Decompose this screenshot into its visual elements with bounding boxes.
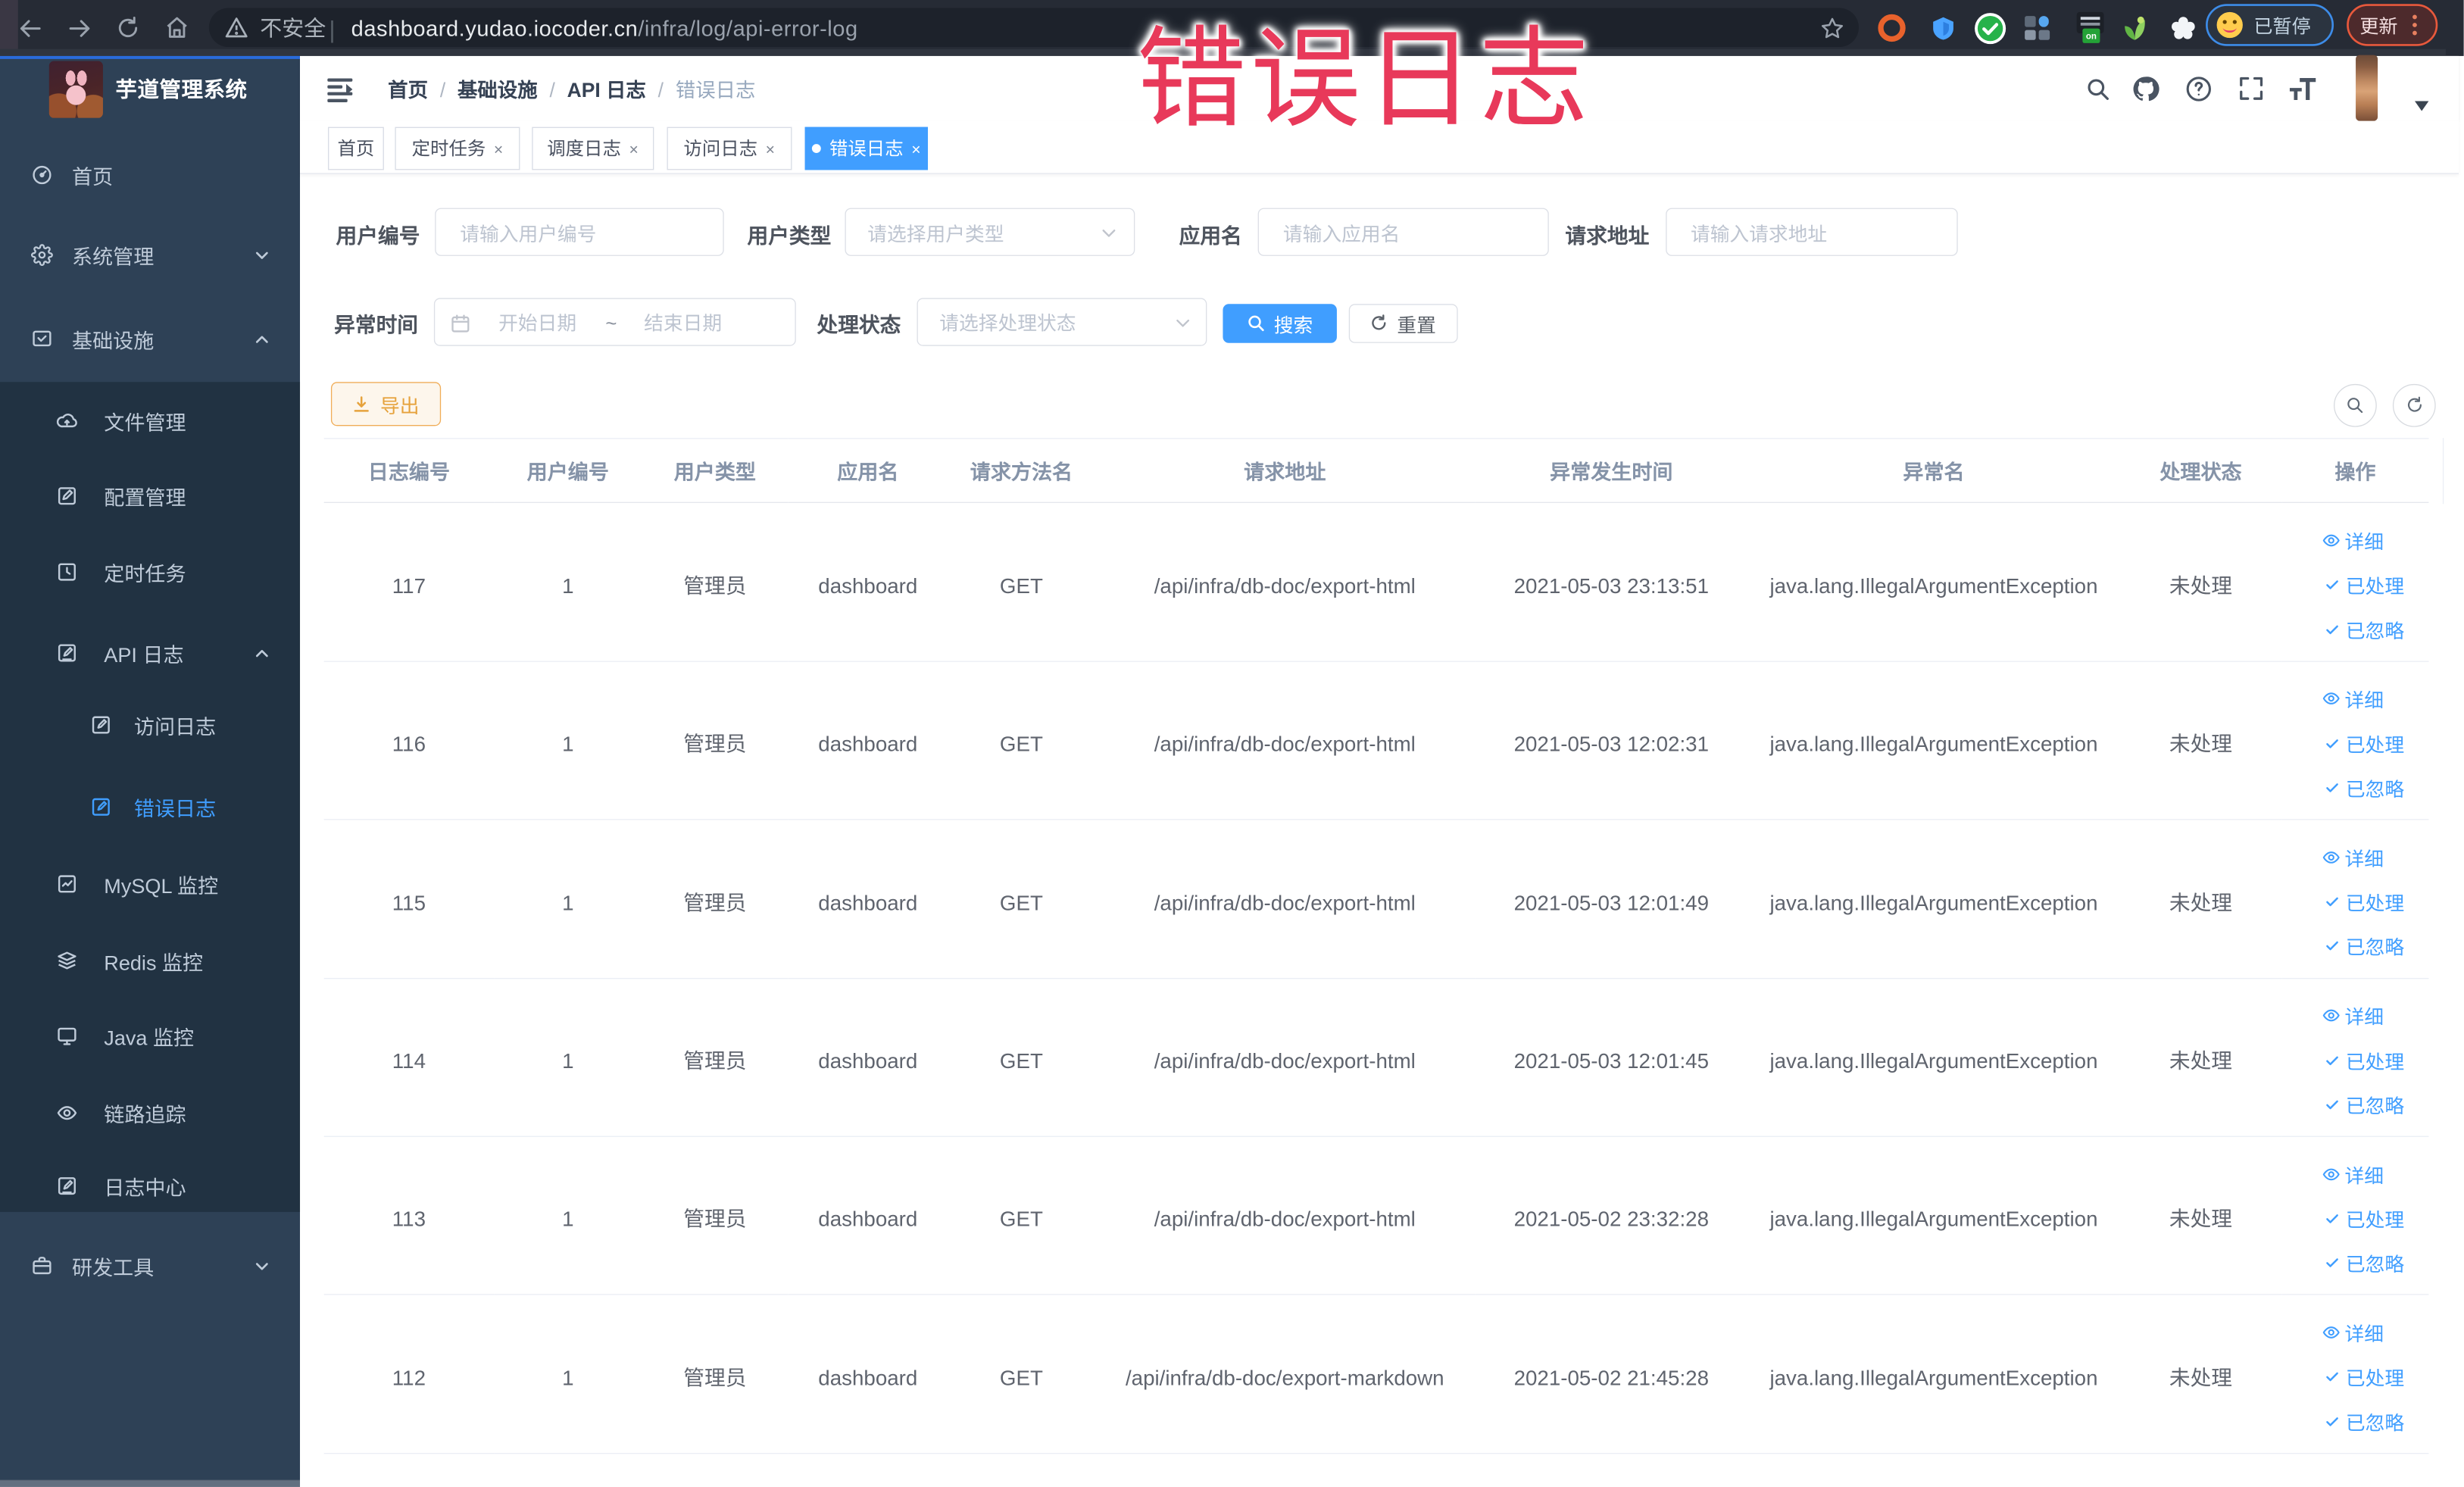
- svg-text:on: on: [2086, 30, 2097, 42]
